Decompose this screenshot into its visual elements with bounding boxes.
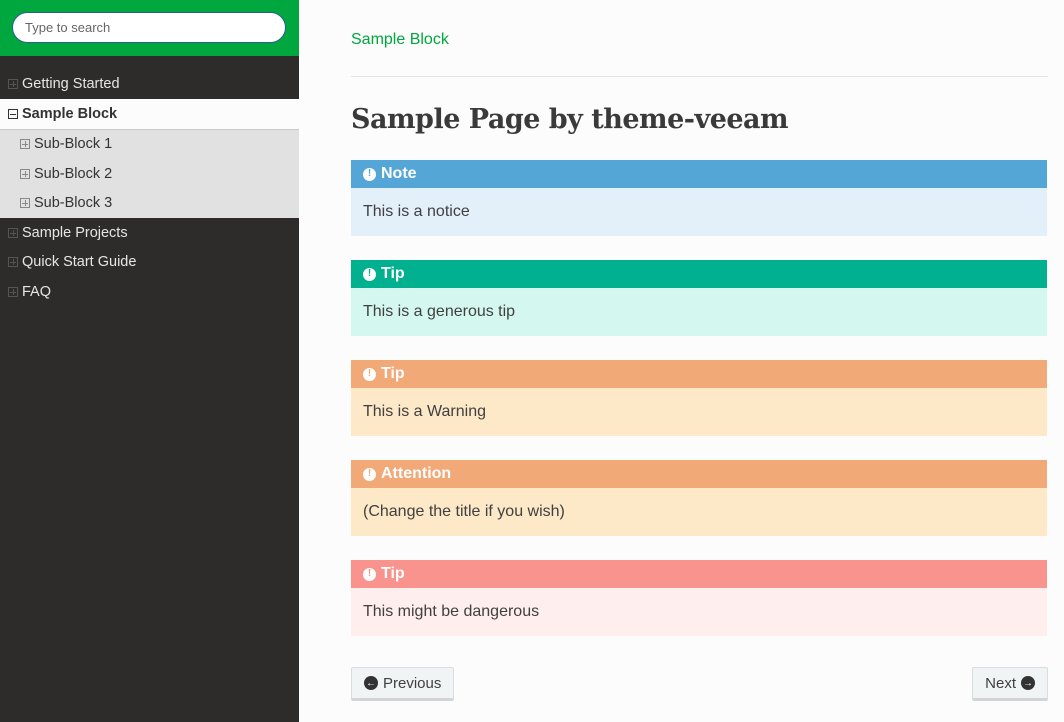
sidebar-subitems: Sub-Block 1 Sub-Block 2 Sub-Block 3	[0, 129, 299, 219]
admonition-body: This might be dangerous	[351, 588, 1047, 636]
expand-icon[interactable]	[8, 227, 18, 238]
admonition-title-text: Note	[381, 165, 417, 182]
next-label: Next	[985, 674, 1016, 692]
sidebar-item-label: Quick Start Guide	[22, 254, 137, 271]
admonition-title: ! Tip	[351, 560, 1047, 588]
main-content: Sample Block Sample Page by theme-veeam …	[351, 0, 1048, 707]
sidebar-item-sample-block[interactable]: Sample Block	[0, 98, 299, 130]
sidebar-nav: Getting Started Sample Block Sub-Block 1…	[0, 56, 299, 307]
sidebar-item-sub-block-1[interactable]: Sub-Block 1	[0, 130, 299, 160]
sidebar-item-label: Getting Started	[22, 75, 120, 92]
page-navigation: ← Previous Next →	[351, 667, 1048, 707]
admonition-danger: ! Tip This might be dangerous	[351, 560, 1047, 636]
sidebar-item-label: Sub-Block 2	[34, 165, 113, 182]
admonition-note: ! Note This is a notice	[351, 160, 1047, 236]
expand-icon[interactable]	[20, 168, 30, 179]
admonition-body: This is a generous tip	[351, 288, 1047, 336]
page-title: Sample Page by theme-veeam	[351, 104, 789, 135]
admonition-title: ! Tip	[351, 260, 1047, 288]
sidebar-item-quick-start-guide[interactable]: Quick Start Guide	[0, 248, 299, 278]
collapse-icon[interactable]	[8, 108, 18, 119]
search-area	[0, 0, 299, 56]
sidebar-item-sub-block-3[interactable]: Sub-Block 3	[0, 189, 299, 219]
admonition-title-text: Tip	[381, 565, 405, 582]
previous-button[interactable]: ← Previous	[351, 667, 455, 701]
admonition-title: ! Attention	[351, 460, 1047, 488]
admonition-body: This is a notice	[351, 188, 1047, 236]
admonition-title-text: Tip	[381, 265, 405, 282]
sidebar-item-label: Sub-Block 1	[34, 136, 113, 153]
arrow-circle-right-icon: →	[1021, 676, 1035, 690]
admonitions: ! Note This is a notice ! Tip This is a …	[351, 160, 1047, 636]
admonition-title-text: Tip	[381, 365, 405, 382]
sidebar-item-faq[interactable]: FAQ	[0, 277, 299, 307]
sidebar: Getting Started Sample Block Sub-Block 1…	[0, 0, 299, 722]
exclamation-circle-icon: !	[363, 167, 376, 181]
expand-icon[interactable]	[8, 78, 18, 89]
sidebar-item-sub-block-2[interactable]: Sub-Block 2	[0, 159, 299, 189]
admonition-title: ! Note	[351, 160, 1047, 188]
admonition-body: (Change the title if you wish)	[351, 488, 1047, 536]
admonition-tip: ! Tip This is a generous tip	[351, 260, 1047, 336]
sidebar-item-sample-projects[interactable]: Sample Projects	[0, 218, 299, 248]
arrow-circle-left-icon: ←	[364, 676, 378, 690]
expand-icon[interactable]	[8, 257, 18, 268]
admonition-body: This is a Warning	[351, 388, 1047, 436]
divider	[351, 76, 1048, 77]
sidebar-item-getting-started[interactable]: Getting Started	[0, 69, 299, 99]
sidebar-item-label: Sample Projects	[22, 224, 128, 241]
expand-icon[interactable]	[8, 286, 18, 297]
sidebar-item-label: Sub-Block 3	[34, 195, 113, 212]
breadcrumb-link[interactable]: Sample Block	[351, 31, 449, 49]
search-input[interactable]	[12, 12, 286, 43]
sidebar-item-label: Sample Block	[22, 105, 118, 122]
admonition-warning: ! Tip This is a Warning	[351, 360, 1047, 436]
next-button[interactable]: Next →	[972, 667, 1048, 701]
admonition-attention: ! Attention (Change the title if you wis…	[351, 460, 1047, 536]
exclamation-circle-icon: !	[363, 467, 376, 481]
admonition-title-text: Attention	[381, 465, 452, 482]
exclamation-circle-icon: !	[363, 367, 376, 381]
exclamation-circle-icon: !	[363, 267, 376, 281]
admonition-title: ! Tip	[351, 360, 1047, 388]
previous-label: Previous	[383, 674, 442, 692]
expand-icon[interactable]	[20, 139, 30, 150]
expand-icon[interactable]	[20, 198, 30, 209]
sidebar-item-label: FAQ	[22, 283, 52, 300]
exclamation-circle-icon: !	[363, 567, 376, 581]
